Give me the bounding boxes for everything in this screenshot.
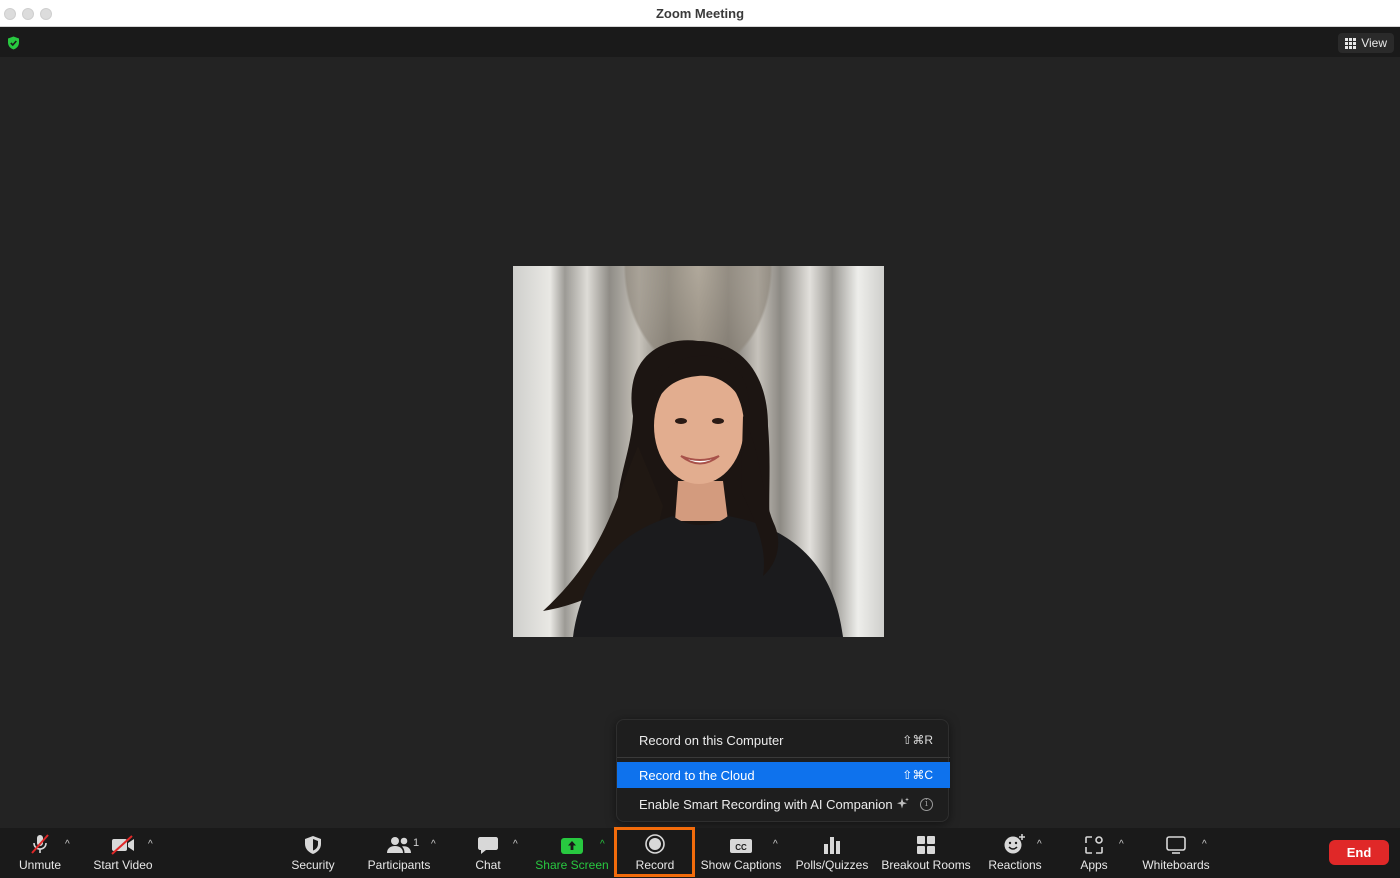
smiley-add-icon	[1004, 834, 1025, 854]
share-screen-arrow-icon	[561, 838, 583, 854]
participant-photo	[543, 340, 843, 637]
participant-count: 1	[413, 837, 420, 849]
polls-quizzes-button[interactable]: Polls/Quizzes	[794, 828, 870, 876]
captions-options-chevron-up-icon[interactable]: ^	[773, 839, 778, 850]
participants-label: Participants	[367, 858, 431, 872]
apps-options-chevron-up-icon[interactable]: ^	[1119, 839, 1124, 850]
video-options-chevron-up-icon[interactable]: ^	[148, 839, 153, 850]
share-screen-button[interactable]: Share Screen	[534, 828, 610, 876]
record-options-menu: Record on this Computer ⇧⌘R Record to th…	[616, 719, 950, 822]
chat-options-chevron-up-icon[interactable]: ^	[513, 839, 518, 850]
unmute-button[interactable]: Unmute	[12, 828, 68, 876]
apps-icon	[1085, 836, 1103, 854]
record-button-highlight	[614, 827, 695, 877]
start-video-label: Start Video	[93, 858, 153, 872]
participants-button[interactable]: Participants	[364, 828, 434, 876]
menu-divider	[617, 757, 950, 758]
bar-chart-icon	[824, 837, 840, 854]
menu-item-label: Enable Smart Recording with AI Companion	[639, 796, 893, 812]
show-captions-label: Show Captions	[700, 858, 782, 872]
show-captions-button[interactable]: CC Show Captions	[700, 828, 782, 876]
security-shield-icon	[305, 836, 321, 854]
view-label: View	[1361, 36, 1387, 50]
muted-microphone-icon	[31, 834, 49, 854]
polls-quizzes-label: Polls/Quizzes	[795, 858, 869, 872]
reactions-label: Reactions	[988, 858, 1042, 872]
participant-video-tile[interactable]	[513, 266, 884, 637]
breakout-rooms-label: Breakout Rooms	[881, 858, 971, 872]
record-to-cloud-option[interactable]: Record to the Cloud ⇧⌘C	[617, 762, 950, 788]
security-label: Security	[291, 858, 335, 872]
menu-item-shortcut: ⇧⌘R	[902, 733, 933, 747]
reactions-button[interactable]: Reactions	[985, 828, 1045, 876]
menu-item-label: Record to the Cloud	[639, 767, 755, 783]
end-meeting-button[interactable]: End	[1329, 840, 1389, 865]
chat-button[interactable]: Chat	[470, 828, 506, 876]
whiteboards-options-chevron-up-icon[interactable]: ^	[1202, 839, 1207, 850]
start-video-button[interactable]: Start Video	[90, 828, 156, 876]
enable-smart-recording-option[interactable]: Enable Smart Recording with AI Companion…	[617, 791, 950, 817]
meeting-top-bar: View	[0, 27, 1400, 57]
view-button[interactable]: View	[1338, 33, 1394, 53]
participants-icon	[387, 837, 411, 853]
record-on-computer-option[interactable]: Record on this Computer ⇧⌘R	[617, 727, 950, 753]
window-title: Zoom Meeting	[655, 6, 745, 21]
svg-text:CC: CC	[735, 843, 747, 852]
whiteboards-label: Whiteboards	[1142, 858, 1210, 872]
menu-item-label: Record on this Computer	[639, 732, 784, 748]
audio-options-chevron-up-icon[interactable]: ^	[65, 839, 70, 850]
encryption-shield-icon[interactable]	[7, 36, 20, 50]
security-button[interactable]: Security	[288, 828, 338, 876]
breakout-rooms-grid-icon	[917, 836, 935, 854]
meeting-toolbar: Unmute ^ Start Video ^ Security Particip…	[0, 828, 1400, 878]
share-options-chevron-up-icon[interactable]: ^	[600, 839, 605, 850]
menu-item-shortcut: ⇧⌘C	[902, 768, 933, 782]
apps-label: Apps	[1080, 858, 1108, 872]
whiteboard-icon	[1166, 836, 1186, 854]
breakout-rooms-button[interactable]: Breakout Rooms	[880, 828, 972, 876]
participants-options-chevron-up-icon[interactable]: ^	[431, 839, 436, 850]
whiteboards-button[interactable]: Whiteboards	[1140, 828, 1212, 876]
video-off-icon	[111, 835, 134, 855]
grid-icon	[1345, 37, 1357, 49]
reactions-options-chevron-up-icon[interactable]: ^	[1037, 839, 1042, 850]
closed-captions-icon: CC	[730, 839, 752, 853]
apps-button[interactable]: Apps	[1074, 828, 1114, 876]
unmute-label: Unmute	[18, 858, 62, 872]
share-screen-label: Share Screen	[535, 858, 609, 872]
sparkle-icon	[896, 797, 909, 809]
window-title-bar: Zoom Meeting	[0, 0, 1400, 27]
info-icon[interactable]: i	[920, 797, 933, 811]
video-stage	[0, 57, 1400, 828]
chat-label: Chat	[475, 858, 501, 872]
chat-bubble-icon	[478, 837, 498, 854]
